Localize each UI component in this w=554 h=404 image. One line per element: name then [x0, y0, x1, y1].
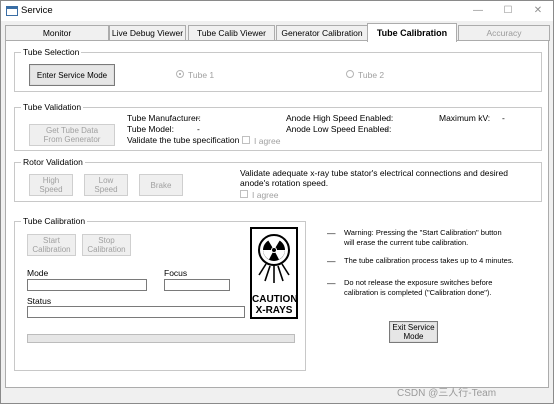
tab-live-debug-viewer[interactable]: Live Debug Viewer	[109, 25, 186, 41]
rotor-validation-agree-checkbox[interactable]	[240, 190, 248, 198]
calibration-progress-bar	[27, 334, 295, 343]
get-tube-data-button[interactable]: Get Tube Data From Generator	[29, 124, 115, 146]
stop-calibration-button[interactable]: Stop Calibration	[82, 234, 131, 256]
tube1-radio[interactable]	[176, 70, 184, 78]
close-button[interactable]: ✕	[529, 3, 547, 19]
release-text: Do not release the exposure switches bef…	[344, 278, 493, 297]
xrays-text: X-RAYS	[255, 305, 293, 316]
manufacturer-value: -	[197, 113, 200, 123]
tab-generator-calibration[interactable]: Generator Calibration	[276, 25, 368, 41]
tube-selection-legend: Tube Selection	[21, 47, 82, 58]
tube-calibration-legend: Tube Calibration	[21, 216, 88, 227]
watermark-text: CSDN @三人行-Team	[397, 388, 497, 399]
tube2-label: Tube 2	[358, 70, 385, 80]
title-bar[interactable]: Service — ☐ ✕	[1, 1, 553, 21]
tube1-label: Tube 1	[188, 70, 215, 80]
model-value: -	[197, 124, 200, 134]
rotor-instruction-text: Validate adequate x-ray tube stator's el…	[240, 168, 508, 188]
tab-strip: Monitor Live Debug Viewer Tube Calib Vie…	[3, 23, 553, 42]
duration-text: The tube calibration process takes up to…	[344, 256, 514, 265]
tab-tube-calib-viewer[interactable]: Tube Calib Viewer	[188, 25, 275, 41]
tube-selection-group: Tube Selection Enter Service Mode Tube 1…	[14, 47, 542, 92]
tab-monitor[interactable]: Monitor	[5, 25, 109, 41]
model-label: Tube Model:	[127, 124, 174, 134]
service-window: Service — ☐ ✕ Monitor Live Debug Viewer …	[0, 0, 554, 404]
window-title: Service	[21, 5, 53, 16]
brake-button[interactable]: Brake	[139, 174, 183, 196]
rotor-validation-group: Rotor Validation High Speed Low Speed Br…	[14, 157, 542, 202]
start-calibration-button[interactable]: Start Calibration	[27, 234, 76, 256]
status-field[interactable]	[27, 306, 245, 318]
mode-field[interactable]	[27, 279, 147, 291]
tube-validation-legend: Tube Validation	[21, 102, 84, 113]
low-speed-button[interactable]: Low Speed	[84, 174, 128, 196]
maximize-button[interactable]: ☐	[499, 3, 517, 19]
exit-service-mode-button[interactable]: Exit Service Mode	[389, 321, 438, 343]
tube-validation-agree-label: I agree	[254, 136, 281, 146]
minimize-button[interactable]: —	[469, 3, 487, 19]
tube2-radio[interactable]	[346, 70, 354, 78]
max-kv-value: -	[502, 113, 505, 123]
anode-high-label: Anode High Speed Enabled:	[286, 113, 394, 123]
validate-spec-label: Validate the tube specification :	[127, 135, 245, 145]
focus-label: Focus	[164, 268, 188, 278]
focus-field[interactable]	[164, 279, 230, 291]
tube-validation-agree-checkbox[interactable]	[242, 136, 250, 144]
tube-calibration-panel: Tube Selection Enter Service Mode Tube 1…	[5, 40, 549, 388]
status-label: Status	[27, 296, 52, 306]
app-icon	[6, 6, 18, 16]
enter-service-mode-button[interactable]: Enter Service Mode	[29, 64, 115, 86]
warning-text: Warning: Pressing the "Start Calibration…	[344, 228, 502, 247]
rotor-validation-legend: Rotor Validation	[21, 157, 85, 168]
warning-bullet: —	[327, 228, 336, 238]
caution-text: CAUTION	[252, 294, 298, 305]
release-bullet: —	[327, 278, 336, 288]
manufacturer-label: Tube Manufacturer:	[127, 113, 201, 123]
tab-accuracy[interactable]: Accuracy	[458, 25, 550, 41]
tube-validation-group: Tube Validation Get Tube Data From Gener…	[14, 102, 542, 151]
anode-low-label: Anode Low Speed Enabled:	[286, 124, 392, 134]
mode-label: Mode	[27, 268, 49, 278]
anode-high-value: -	[385, 113, 388, 123]
rotor-validation-agree-label: I agree	[252, 190, 279, 200]
high-speed-button[interactable]: High Speed	[29, 174, 73, 196]
anode-low-value: -	[385, 124, 388, 134]
duration-bullet: —	[327, 256, 336, 266]
max-kv-label: Maximum kV:	[439, 113, 491, 123]
caution-xrays-sign: CAUTION X-RAYS	[250, 227, 298, 319]
radiation-icon	[258, 234, 290, 283]
tab-tube-calibration[interactable]: Tube Calibration	[367, 23, 457, 42]
